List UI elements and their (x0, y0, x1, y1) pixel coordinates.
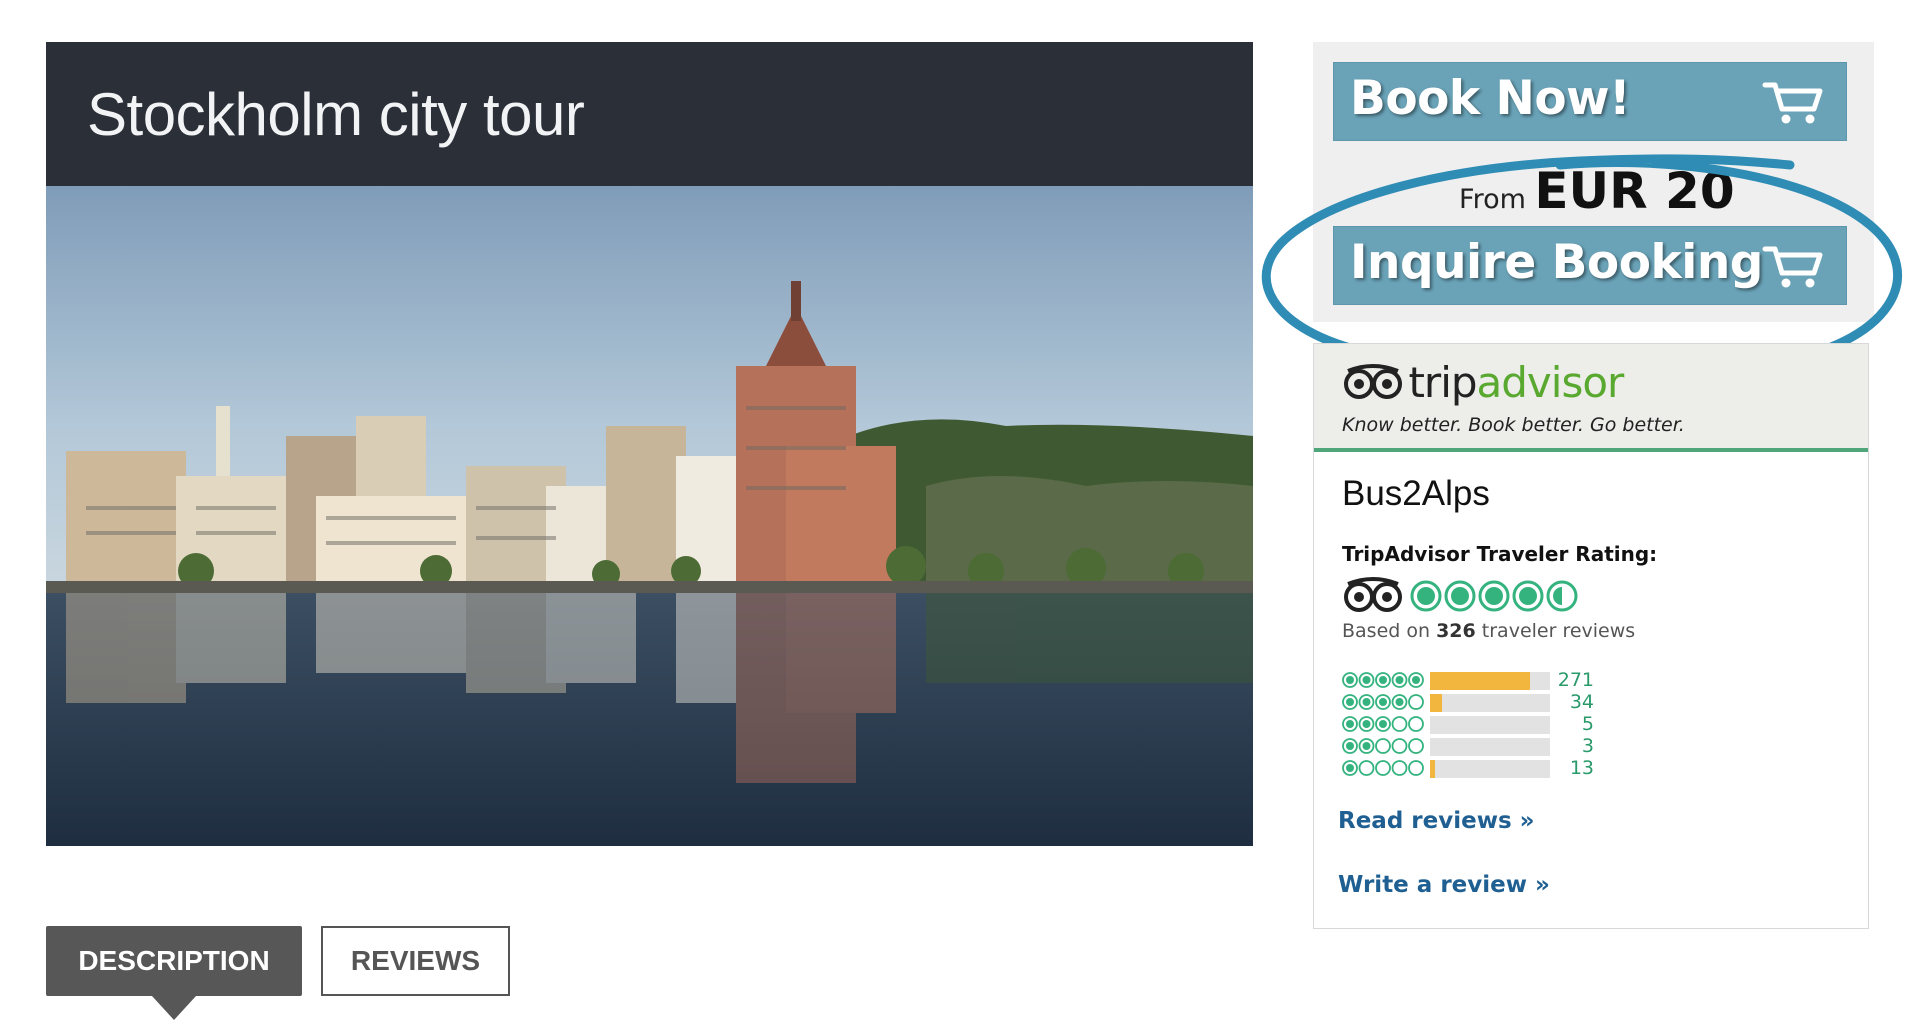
bubble-rating-icon (1342, 672, 1424, 688)
rating-bubble-fill (1362, 742, 1371, 750)
rating-bubble (1408, 738, 1424, 754)
rating-bubble-fill (1346, 720, 1354, 728)
bubble-rating-icon (1342, 760, 1424, 776)
bubble-rating-icon (1342, 716, 1424, 732)
rating-bubble-fill (1395, 698, 1404, 706)
rating-bubble (1391, 738, 1408, 754)
rating-bubble-fill (1346, 764, 1354, 772)
distribution-bar (1430, 716, 1550, 734)
distribution-count: 34 (1569, 691, 1594, 713)
rating-distribution-row: 271 (1342, 669, 1594, 691)
rating-bubble-fill (1362, 676, 1371, 684)
distribution-fill (1430, 672, 1530, 690)
rating-bubble-fill (1395, 676, 1404, 684)
rating-bubble (1408, 760, 1424, 776)
distribution-bar (1430, 694, 1550, 712)
logo-text-advisor: advisor (1476, 358, 1625, 407)
review-summary-prefix: Based on (1342, 620, 1437, 642)
book-now-label: Book Now! (1350, 71, 1631, 126)
distribution-count: 271 (1557, 669, 1594, 691)
rating-bubble (1408, 716, 1424, 732)
rating-bubble (1410, 580, 1442, 612)
distribution-bar (1430, 738, 1550, 756)
read-reviews-link[interactable]: Read reviews » (1338, 808, 1535, 834)
page-title: Stockholm city tour (87, 81, 585, 148)
distribution-bar (1430, 672, 1550, 690)
review-summary: Based on 326 traveler reviews (1342, 620, 1635, 642)
tour-card: Stockholm city tour (46, 42, 1253, 846)
rating-bubble (1391, 716, 1408, 732)
bubble-rating-icon (1342, 738, 1424, 754)
rating-bubble (1478, 580, 1510, 612)
distribution-count: 13 (1569, 757, 1594, 779)
distribution-fill (1430, 760, 1435, 778)
review-count: 326 (1436, 620, 1476, 642)
company-name: Bus2Alps (1342, 474, 1490, 513)
cart-icon (1762, 82, 1823, 124)
rating-bubble-fill (1346, 676, 1354, 684)
tripadvisor-widget: tripadvisor Know better. Book better. Go… (1313, 343, 1869, 929)
distribution-bar (1430, 760, 1550, 778)
rating-bubble (1358, 760, 1375, 776)
rating-bubble-fill (1346, 698, 1354, 706)
rating-bubble-fill (1379, 698, 1387, 706)
rating-bubble (1444, 580, 1476, 612)
rating-bubble (1512, 580, 1544, 612)
rating-distribution-row: 13 (1342, 757, 1594, 779)
rating-distribution-row: 3 (1342, 735, 1594, 757)
rating-bubbles (1410, 580, 1578, 612)
rating-bubble (1546, 580, 1578, 612)
distribution-count: 3 (1581, 735, 1594, 757)
bubble-rating-icon (1342, 694, 1424, 710)
tab-description-label: DESCRIPTION (78, 945, 270, 976)
rating-bubble (1375, 738, 1391, 754)
rating-bubble-fill (1362, 720, 1371, 728)
rating-bubble (1391, 760, 1408, 776)
owl-icon (1344, 577, 1402, 612)
tour-header: Stockholm city tour (46, 42, 1253, 186)
rating-bubble-fill (1379, 676, 1387, 684)
rating-title: TripAdvisor Traveler Rating: (1342, 542, 1658, 566)
review-summary-suffix: traveler reviews (1475, 620, 1636, 642)
tab-reviews-label: REVIEWS (350, 945, 481, 976)
tab-description[interactable]: DESCRIPTION (46, 926, 302, 1020)
tab-reviews[interactable]: REVIEWS (321, 926, 510, 996)
rating-bubble (1408, 694, 1424, 710)
logo-text-trip: trip (1408, 358, 1477, 407)
rating-bubble-fill (1412, 676, 1420, 684)
book-now-button[interactable]: Book Now! (1333, 62, 1847, 141)
tour-photo (46, 186, 1253, 846)
owl-icon (1344, 363, 1402, 399)
rating-row (1342, 576, 1588, 616)
tripadvisor-tagline: Know better. Book better. Go better. (1342, 414, 1685, 436)
rating-bubble (1375, 760, 1391, 776)
rating-bubble-fill (1379, 720, 1387, 728)
active-tab-caret (152, 996, 196, 1020)
rating-distribution-row: 5 (1342, 713, 1594, 735)
rating-bubble-fill (1346, 742, 1354, 750)
distribution-fill (1430, 694, 1442, 712)
tripadvisor-header: tripadvisor Know better. Book better. Go… (1314, 344, 1868, 452)
write-review-link[interactable]: Write a review » (1338, 872, 1550, 898)
tripadvisor-logo[interactable]: tripadvisor (1342, 358, 1625, 407)
distribution-count: 5 (1581, 713, 1594, 735)
rating-bubble-fill (1362, 698, 1371, 706)
rating-distribution-row: 34 (1342, 691, 1594, 713)
